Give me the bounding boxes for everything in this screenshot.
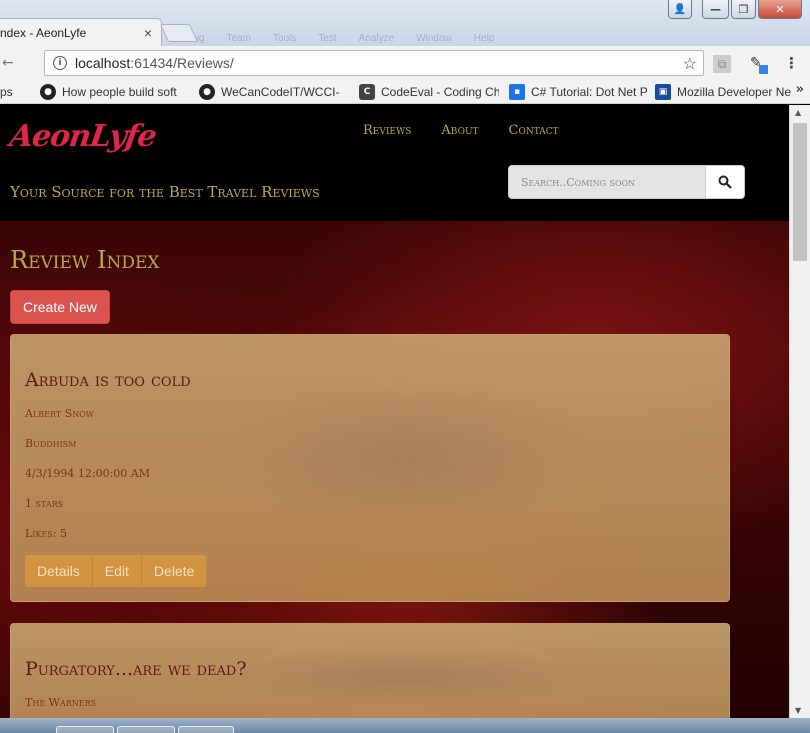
page-title: Review Index: [10, 246, 160, 274]
os-taskbar: [0, 718, 810, 733]
browser-tab[interactable]: ndex - AeonLyfe ×: [0, 18, 162, 46]
new-tab-button[interactable]: [159, 24, 199, 42]
mdn-icon: ▣: [655, 83, 671, 100]
site-header: AeonLyfe Reviews About Contact Your Sour…: [0, 105, 789, 221]
pen-extension-icon[interactable]: ✎: [750, 55, 768, 74]
bookmark-item[interactable]: ● WeCanCodeIT/WCCI-: [199, 83, 349, 100]
search-icon: [718, 175, 732, 189]
tab-title: ndex - AeonLyfe: [0, 25, 87, 40]
browser-toolbar: ← i localhost:61434/Reviews/ ☆ ⧉ ✎ ⋮: [0, 46, 810, 80]
dotnet-icon: ▪: [509, 83, 525, 100]
details-button[interactable]: Details: [25, 555, 93, 587]
window-controls: 👤 — ❐ ✕: [668, 0, 802, 19]
scroll-up-icon[interactable]: ▲: [795, 108, 801, 117]
background-menu: Debug Team Tools Test Analyze Window Hel…: [175, 33, 495, 44]
review-card: Arbuda is too cold Albert Snow Buddhism …: [10, 334, 730, 602]
pdf-extension-icon[interactable]: ⧉: [713, 55, 731, 73]
review-stars: 1 stars: [25, 497, 64, 510]
close-window-button[interactable]: ✕: [758, 0, 802, 19]
search-input[interactable]: [508, 165, 706, 199]
taskbar-app-button[interactable]: [117, 726, 175, 733]
review-author: The Warners: [25, 696, 97, 709]
scroll-thumb[interactable]: [793, 123, 807, 261]
review-title[interactable]: Arbuda is too cold: [25, 369, 191, 391]
main-nav: Reviews About Contact: [363, 123, 559, 138]
address-bar[interactable]: i localhost:61434/Reviews/ ☆: [44, 50, 704, 76]
site-logo[interactable]: AeonLyfe: [8, 119, 159, 154]
maximize-button[interactable]: ❐: [731, 0, 756, 19]
search-button[interactable]: [706, 165, 745, 199]
browser-titlebar: Debug Team Tools Test Analyze Window Hel…: [0, 0, 810, 46]
nav-about[interactable]: About: [441, 123, 478, 138]
github-icon: ●: [40, 83, 56, 100]
close-icon[interactable]: ×: [139, 25, 157, 41]
bookmark-item[interactable]: ● How people build soft: [40, 83, 187, 100]
nav-reviews[interactable]: Reviews: [363, 123, 411, 138]
bookmark-item[interactable]: C CodeEval - Coding Ch: [359, 83, 499, 100]
bookmark-item[interactable]: ▣ Mozilla Developer Ne: [655, 83, 797, 100]
site-tagline: Your Source for the Best Travel Reviews: [10, 183, 320, 201]
minimize-button[interactable]: —: [702, 0, 729, 19]
edit-button[interactable]: Edit: [92, 555, 142, 587]
user-icon[interactable]: 👤: [668, 0, 692, 19]
github-icon: ●: [199, 83, 215, 100]
taskbar-app-button[interactable]: [56, 726, 114, 733]
review-card: Purgatory...are we dead? The Warners: [10, 623, 730, 718]
url-path: :61434/Reviews/: [130, 55, 234, 71]
star-icon[interactable]: ☆: [683, 54, 697, 74]
url-host: localhost: [75, 55, 131, 71]
review-date: 4/3/1994 12:00:00 AM: [25, 467, 151, 480]
review-author: Albert Snow: [25, 407, 95, 420]
page-viewport: AeonLyfe Reviews About Contact Your Sour…: [0, 105, 789, 718]
review-likes: Likes: 5: [25, 527, 67, 540]
review-actions: Details Edit Delete: [25, 555, 207, 587]
review-category: Buddhism: [25, 437, 77, 450]
more-bookmarks-icon[interactable]: »: [796, 82, 804, 97]
vertical-scrollbar[interactable]: ▲ ▼: [789, 105, 810, 718]
info-icon[interactable]: i: [53, 56, 67, 70]
search-form: [508, 165, 745, 199]
back-arrow-icon[interactable]: ←: [0, 55, 26, 71]
review-title[interactable]: Purgatory...are we dead?: [25, 658, 247, 680]
create-new-button[interactable]: Create New: [10, 290, 110, 324]
scroll-down-icon[interactable]: ▼: [795, 706, 801, 715]
menu-icon[interactable]: ⋮: [784, 54, 799, 72]
bookmark-item[interactable]: ps: [0, 85, 40, 99]
codeeval-icon: C: [359, 83, 375, 100]
bookmark-item[interactable]: ▪ C# Tutorial: Dot Net P: [509, 83, 647, 100]
nav-contact[interactable]: Contact: [509, 123, 559, 138]
bookmarks-bar: ps ● How people build soft ● WeCanCodeIT…: [0, 80, 810, 104]
delete-button[interactable]: Delete: [141, 555, 207, 587]
taskbar-app-button[interactable]: [178, 726, 234, 733]
